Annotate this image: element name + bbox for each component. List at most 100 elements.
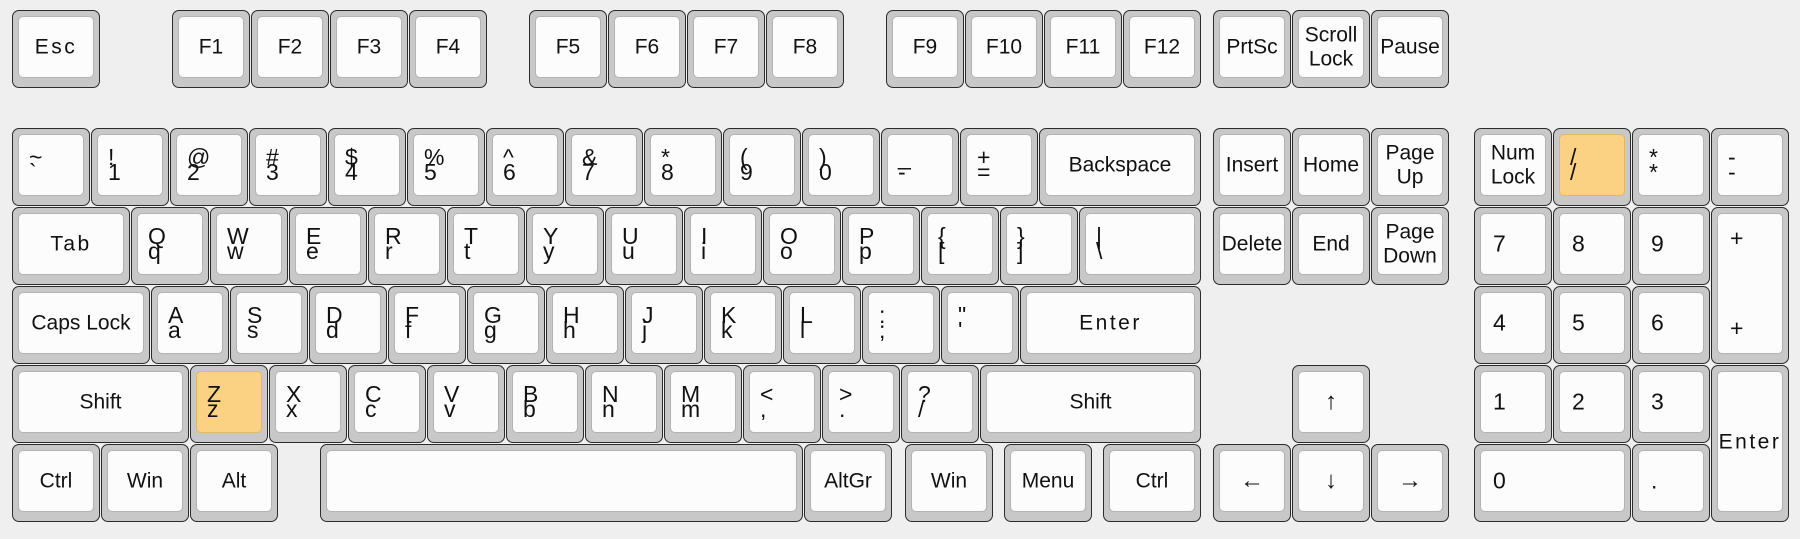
key-prtsc[interactable]: PrtSc [1213,10,1291,88]
key-numperiod[interactable]: . [1632,444,1710,522]
key-f6[interactable]: F6 [608,10,686,88]
key-lwin[interactable]: Win [101,444,189,522]
key-period[interactable]: >. [822,365,900,443]
key-d5[interactable]: % 5 [407,128,485,206]
key-d2[interactable]: @2 [170,128,248,206]
key-num6[interactable]: 6 [1632,286,1710,364]
key-num7[interactable]: 7 [1474,207,1552,285]
key-tab[interactable]: Tab [12,207,130,285]
key-f9[interactable]: F9 [886,10,964,88]
key-d6[interactable]: ^ 6 [486,128,564,206]
key-y[interactable]: Yy [526,207,604,285]
key-scrolllock[interactable]: Scroll Lock [1292,10,1370,88]
key-v[interactable]: Vv [427,365,505,443]
key-d3[interactable]: #3 [249,128,327,206]
key-f12[interactable]: F12 [1123,10,1201,88]
key-f4[interactable]: F4 [409,10,487,88]
key-pause[interactable]: Pause [1371,10,1449,88]
key-p[interactable]: Pp [842,207,920,285]
key-a[interactable]: Aa [151,286,229,364]
key-num3[interactable]: 3 [1632,365,1710,443]
key-d9[interactable]: (9 [723,128,801,206]
key-space[interactable] [320,444,803,522]
key-slash[interactable]: ? / [901,365,979,443]
key-f11[interactable]: F11 [1044,10,1122,88]
key-f3[interactable]: F3 [330,10,408,88]
key-x[interactable]: Xx [269,365,347,443]
key-f10[interactable]: F10 [965,10,1043,88]
key-f2[interactable]: F2 [251,10,329,88]
key-lctrl[interactable]: Ctrl [12,444,100,522]
key-w[interactable]: Ww [210,207,288,285]
key-num2[interactable]: 2 [1553,365,1631,443]
key-backspace[interactable]: Backspace [1039,128,1201,206]
key-delete[interactable]: Delete [1213,207,1291,285]
key-arrowdown[interactable]: ↓ [1292,444,1370,522]
key-o[interactable]: Oo [763,207,841,285]
key-rshift[interactable]: Shift [980,365,1201,443]
key-pagedown[interactable]: Page Down [1371,207,1449,285]
key-pageup[interactable]: Page Up [1371,128,1449,206]
key-menu[interactable]: Menu [1004,444,1092,522]
key-d1[interactable]: ! 1 [91,128,169,206]
key-capslock[interactable]: Caps Lock [12,286,150,364]
key-u[interactable]: Uu [605,207,683,285]
key-num9[interactable]: 9 [1632,207,1710,285]
key-num8[interactable]: 8 [1553,207,1631,285]
key-equal[interactable]: + = [960,128,1038,206]
key-minus[interactable]: _ - [881,128,959,206]
key-comma[interactable]: <, [743,365,821,443]
key-h[interactable]: Hh [546,286,624,364]
key-nummultiply[interactable]: * * [1632,128,1710,206]
key-d[interactable]: Dd [309,286,387,364]
key-numlock[interactable]: Num Lock [1474,128,1552,206]
key-n[interactable]: Nn [585,365,663,443]
key-t[interactable]: Tt [447,207,525,285]
key-numplus[interactable]: + + [1711,207,1789,364]
key-f5[interactable]: F5 [529,10,607,88]
key-arrowright[interactable]: → [1371,444,1449,522]
key-semicolon[interactable]: :; [862,286,940,364]
key-r[interactable]: Rr [368,207,446,285]
key-g[interactable]: Gg [467,286,545,364]
key-num4[interactable]: 4 [1474,286,1552,364]
key-lbracket[interactable]: {[ [921,207,999,285]
key-lshift[interactable]: Shift [12,365,189,443]
key-q[interactable]: Qq [131,207,209,285]
key-f[interactable]: Ff [388,286,466,364]
key-f1[interactable]: F1 [172,10,250,88]
key-f7[interactable]: F7 [687,10,765,88]
key-numdivide[interactable]: / / [1553,128,1631,206]
key-rwin[interactable]: Win [905,444,993,522]
key-num0[interactable]: 0 [1474,444,1631,522]
key-e[interactable]: Ee [289,207,367,285]
key-d4[interactable]: $4 [328,128,406,206]
key-rctrl[interactable]: Ctrl [1103,444,1201,522]
key-insert[interactable]: Insert [1213,128,1291,206]
key-numminus[interactable]: -- [1711,128,1789,206]
key-backtick[interactable]: ~ ` [12,128,90,206]
key-d7[interactable]: & 7 [565,128,643,206]
key-j[interactable]: Jj [625,286,703,364]
key-numenter[interactable]: Enter [1711,365,1789,522]
key-lalt[interactable]: Alt [190,444,278,522]
key-enter[interactable]: Enter [1020,286,1201,364]
key-end[interactable]: End [1292,207,1370,285]
key-num5[interactable]: 5 [1553,286,1631,364]
key-s[interactable]: Ss [230,286,308,364]
key-esc[interactable]: Esc [12,10,100,88]
key-z[interactable]: Zz [190,365,268,443]
key-quote[interactable]: " ' [941,286,1019,364]
key-backslash[interactable]: | \ [1079,207,1201,285]
key-arrowup[interactable]: ↑ [1292,365,1370,443]
key-altgr[interactable]: AltGr [804,444,892,522]
key-f8[interactable]: F8 [766,10,844,88]
key-d8[interactable]: * 8 [644,128,722,206]
key-m[interactable]: Mm [664,365,742,443]
key-home[interactable]: Home [1292,128,1370,206]
key-num1[interactable]: 1 [1474,365,1552,443]
key-b[interactable]: Bb [506,365,584,443]
key-d0[interactable]: ) 0 [802,128,880,206]
key-arrowleft[interactable]: ← [1213,444,1291,522]
key-k[interactable]: Kk [704,286,782,364]
